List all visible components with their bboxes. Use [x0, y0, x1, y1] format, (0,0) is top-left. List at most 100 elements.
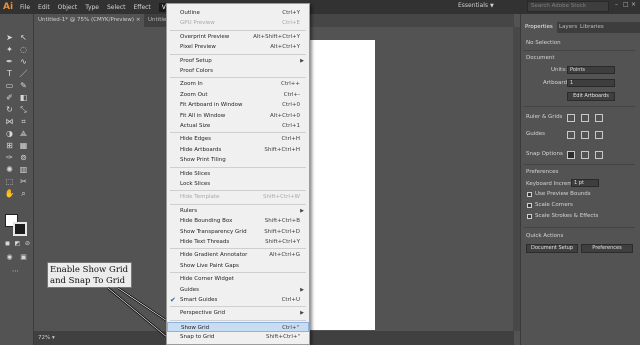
artboard[interactable]: [305, 40, 375, 330]
close-icon[interactable]: ×: [136, 17, 141, 23]
column-graph-icon[interactable]: ▥: [18, 164, 29, 175]
menu-select[interactable]: Select: [107, 4, 126, 11]
menu-item-show-grid[interactable]: Show Grid Ctrl+": [167, 321, 309, 333]
scale-strokes-checkbox[interactable]: [527, 214, 532, 219]
menu-item-snap-to-grid[interactable]: Snap to Grid Shift+Ctrl+": [167, 332, 309, 342]
menu-item-show-print-tiling[interactable]: Show Print Tiling: [167, 155, 309, 165]
menu-item-overprint-preview[interactable]: Overprint Preview Alt+Shift+Ctrl+Y: [167, 32, 309, 42]
zoom-level[interactable]: 72%: [38, 335, 50, 341]
chevron-down-icon[interactable]: ▾: [52, 335, 55, 341]
eraser-icon[interactable]: ◧: [18, 92, 29, 103]
mesh-tool-icon[interactable]: ⊞: [4, 140, 15, 151]
menu-item-fit-all-in-window[interactable]: Fit All in Window Alt+Ctrl+0: [167, 111, 309, 121]
menu-item-hide-text-threads[interactable]: Hide Text Threads Shift+Ctrl+Y: [167, 237, 309, 247]
slice-tool-icon[interactable]: ✂: [18, 176, 29, 187]
free-transform-icon[interactable]: ⌗: [18, 116, 29, 127]
rectangle-tool-icon[interactable]: ▭: [4, 80, 15, 91]
menu-type[interactable]: Type: [85, 4, 99, 11]
menu-separator: [170, 53, 306, 55]
snap-to-point-icon[interactable]: [567, 151, 575, 159]
lasso-icon[interactable]: ◌: [18, 44, 29, 55]
maximize-button[interactable]: □: [623, 1, 629, 8]
menu-item-hide-corner-widget[interactable]: Hide Corner Widget: [167, 274, 309, 284]
magic-wand-icon[interactable]: ✦: [4, 44, 15, 55]
scale-corners-checkbox[interactable]: [527, 203, 532, 208]
menu-item-perspective-grid[interactable]: Perspective Grid ▶: [167, 308, 309, 318]
shaper-tool-icon[interactable]: ✐: [4, 92, 15, 103]
none-mode-icon[interactable]: ⊘: [22, 238, 33, 249]
blend-tool-icon[interactable]: ⊚: [18, 152, 29, 163]
transparency-grid-icon[interactable]: [595, 114, 603, 122]
hand-tool-icon[interactable]: ✋: [4, 188, 15, 199]
lock-guides-icon[interactable]: [581, 131, 589, 139]
close-button[interactable]: ×: [631, 1, 636, 8]
menu-item-show-transparency-grid[interactable]: Show Transparency Grid Shift+Ctrl+D: [167, 227, 309, 237]
panel-collapse-strip[interactable]: [513, 27, 520, 331]
menu-item-proof-colors[interactable]: Proof Colors: [167, 66, 309, 76]
type-tool-icon[interactable]: T: [4, 68, 15, 79]
units-select[interactable]: Points: [567, 66, 615, 74]
menu-item-hide-edges[interactable]: Hide Edges Ctrl+H: [167, 134, 309, 144]
snap-to-grid-icon[interactable]: [581, 151, 589, 159]
menu-edit[interactable]: Edit: [38, 4, 50, 11]
direct-selection-tool-icon[interactable]: ↖: [18, 32, 29, 43]
menu-item-hide-slices[interactable]: Hide Slices: [167, 169, 309, 179]
menu-item-label: Zoom In: [180, 81, 203, 88]
document-setup-button[interactable]: Document Setup: [526, 244, 578, 253]
menu-item-zoom-in[interactable]: Zoom In Ctrl++: [167, 79, 309, 89]
menu-file[interactable]: File: [20, 4, 30, 11]
menu-effect[interactable]: Effect: [134, 4, 151, 11]
menu-item-guides[interactable]: Guides ▶: [167, 285, 309, 295]
menu-object[interactable]: Object: [58, 4, 78, 11]
menu-item-actual-size[interactable]: Actual Size Ctrl+1: [167, 121, 309, 131]
draw-mode-icon[interactable]: ◉: [4, 252, 15, 263]
show-guides-icon[interactable]: [567, 131, 575, 139]
menu-item-hide-gradient-annotator[interactable]: Hide Gradient Annotator Alt+Ctrl+G: [167, 250, 309, 260]
symbol-sprayer-icon[interactable]: ✺: [4, 164, 15, 175]
pen-tool-icon[interactable]: ✒: [4, 56, 15, 67]
menu-item-smart-guides[interactable]: ✔ Smart Guides Ctrl+U: [167, 295, 309, 305]
selection-tool-icon[interactable]: ➤: [4, 32, 15, 43]
menu-item-lock-slices[interactable]: Lock Slices: [167, 179, 309, 189]
paintbrush-icon[interactable]: ✎: [18, 80, 29, 91]
minimize-button[interactable]: –: [615, 1, 618, 8]
scale-tool-icon[interactable]: ⤡: [18, 104, 29, 115]
curvature-tool-icon[interactable]: ∿: [18, 56, 29, 67]
eyedropper-icon[interactable]: ✑: [4, 152, 15, 163]
edit-artboards-button[interactable]: Edit Artboards: [567, 92, 615, 101]
tab-document-2[interactable]: Untitle: [144, 14, 166, 27]
snap-to-pixel-icon[interactable]: [595, 151, 603, 159]
stroke-swatch[interactable]: [13, 222, 27, 236]
use-preview-bounds-checkbox[interactable]: [527, 192, 532, 197]
keyboard-increment-input[interactable]: 1 pt: [571, 179, 599, 187]
shape-builder-icon[interactable]: ◑: [4, 128, 15, 139]
line-tool-icon[interactable]: ／: [18, 68, 29, 79]
menu-item-hide-artboards[interactable]: Hide Artboards Shift+Ctrl+H: [167, 145, 309, 155]
ruler-icon[interactable]: [567, 114, 575, 122]
tab-properties[interactable]: Properties: [521, 22, 557, 33]
workspace-switcher[interactable]: Essentials ▼: [458, 2, 494, 9]
tab-document-1[interactable]: Untitled-1* @ 75% (CMYK/Preview) ×: [34, 14, 144, 27]
stock-search-input[interactable]: Search Adobe Stock: [527, 1, 609, 12]
zoom-tool-icon[interactable]: ⌕: [18, 188, 29, 199]
menu-item-show-live-paint-gaps[interactable]: Show Live Paint Gaps: [167, 261, 309, 271]
menu-item-rulers[interactable]: Rulers ▶: [167, 206, 309, 216]
artboard-select[interactable]: 1: [567, 79, 615, 87]
menu-item-zoom-out[interactable]: Zoom Out Ctrl+-: [167, 90, 309, 100]
preferences-button[interactable]: Preferences: [581, 244, 633, 253]
more-tools-icon[interactable]: ⋯: [10, 266, 21, 277]
screen-mode-icon[interactable]: ▣: [18, 252, 29, 263]
rotate-tool-icon[interactable]: ↻: [4, 104, 15, 115]
gradient-tool-icon[interactable]: ▦: [18, 140, 29, 151]
menu-item-fit-artboard-in-window[interactable]: Fit Artboard in Window Ctrl+0: [167, 100, 309, 110]
grid-icon[interactable]: [581, 114, 589, 122]
smart-guides-icon[interactable]: [595, 131, 603, 139]
width-tool-icon[interactable]: ⋈: [4, 116, 15, 127]
menu-item-hide-bounding-box[interactable]: Hide Bounding Box Shift+Ctrl+B: [167, 216, 309, 226]
tab-libraries[interactable]: Libraries: [576, 22, 608, 33]
menu-item-pixel-preview[interactable]: Pixel Preview Alt+Ctrl+Y: [167, 42, 309, 52]
artboard-tool-icon[interactable]: ⬚: [4, 176, 15, 187]
menu-item-proof-setup[interactable]: Proof Setup ▶: [167, 56, 309, 66]
menu-item-outline[interactable]: Outline Ctrl+Y: [167, 8, 309, 18]
perspective-grid-icon[interactable]: ⟁: [18, 128, 29, 139]
